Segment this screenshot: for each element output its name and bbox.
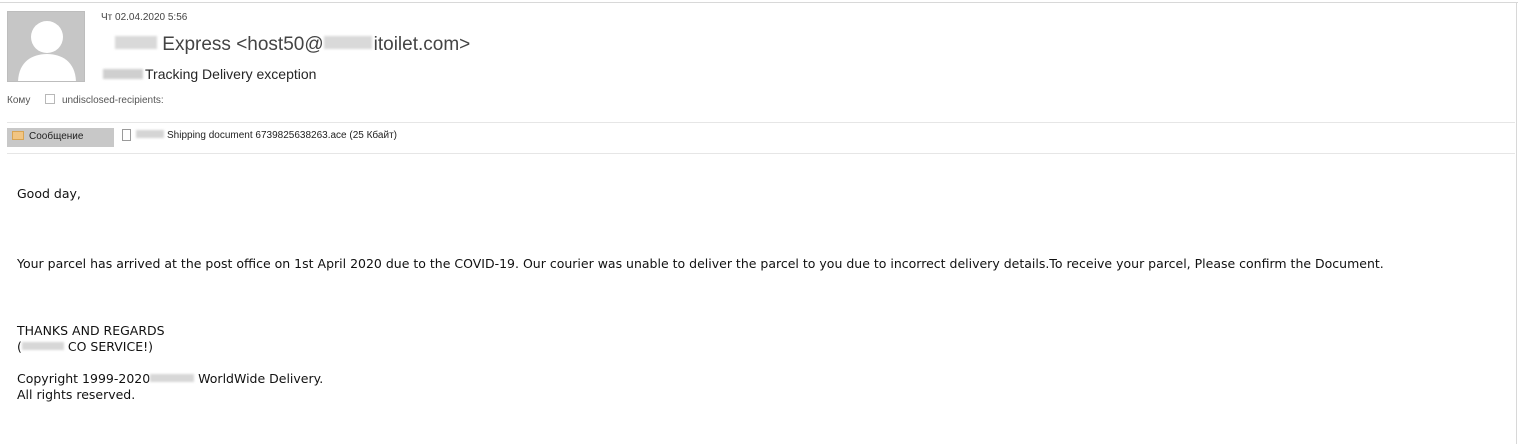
envelope-icon [12, 131, 24, 140]
sender-text: Express <host50@ [162, 34, 324, 55]
redacted-domain-part [323, 36, 372, 49]
copyright-line: Copyright 1999-2020 WorldWide Delivery. [17, 371, 323, 386]
sender-domain: itoilet.com> [373, 34, 471, 55]
attachment-item[interactable]: Shipping document 6739825638263.ace (25 … [122, 129, 397, 141]
person-silhouette-icon [18, 21, 76, 81]
redacted-attachment-prefix [136, 130, 164, 138]
top-border [0, 2, 1518, 3]
message-tab-label: Сообщение [29, 131, 84, 142]
recipient-icon [45, 94, 56, 104]
divider [7, 153, 1515, 154]
message-tab[interactable]: Сообщение [7, 128, 114, 147]
attachment-label: Shipping document 6739825638263.ace (25 … [167, 130, 397, 141]
email-subject: Tracking Delivery exception [103, 66, 316, 82]
sender-address[interactable]: Express <host50@ itoilet.com> [115, 34, 470, 56]
right-border [1516, 2, 1517, 444]
divider [7, 122, 1515, 123]
redacted-company [150, 374, 195, 382]
sent-date: Чт 02.04.2020 5:56 [101, 12, 188, 23]
subject-text: Tracking Delivery exception [145, 66, 317, 82]
recipients-row: Кому undisclosed-recipients: [7, 94, 164, 106]
service-rest: CO SERVICE!) [63, 339, 153, 354]
sender-avatar [7, 11, 85, 82]
rights-line: All rights reserved. [17, 387, 136, 402]
to-value[interactable]: undisclosed-recipients: [62, 95, 164, 106]
redacted-company [21, 342, 64, 350]
document-icon [122, 129, 131, 141]
to-label: Кому [7, 95, 31, 106]
redacted-subject-prefix [103, 69, 143, 79]
service-line: ( CO SERVICE!) [17, 339, 153, 354]
copyright-suffix: WorldWide Delivery. [194, 371, 324, 386]
main-paragraph: Your parcel has arrived at the post offi… [17, 256, 1384, 271]
greeting: Good day, [17, 186, 81, 201]
thanks-line: THANKS AND REGARDS [17, 323, 165, 338]
redacted-sender-name [115, 36, 157, 49]
copyright-prefix: Copyright 1999-2020 [17, 371, 151, 386]
